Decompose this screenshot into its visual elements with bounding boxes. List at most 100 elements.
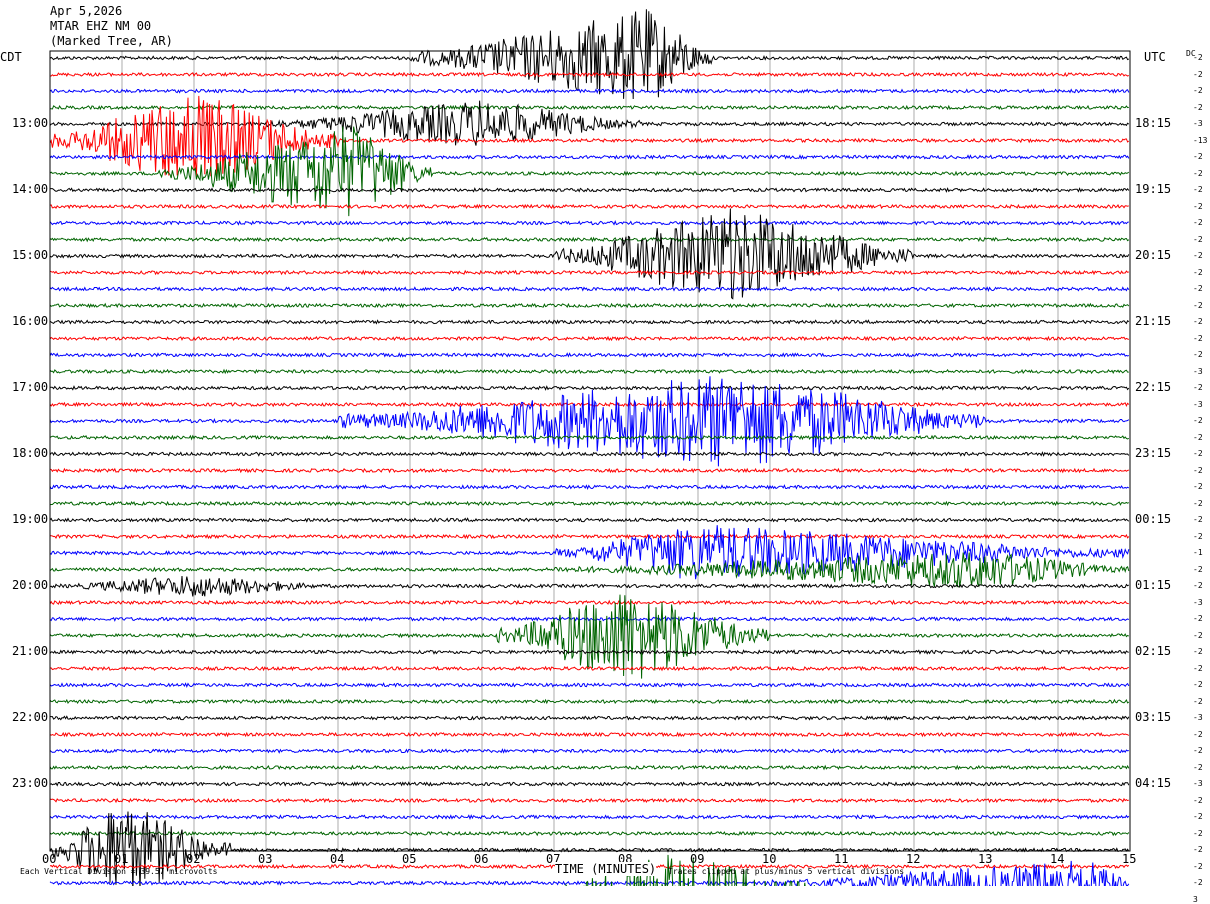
trace-6-blue (49, 154, 1130, 160)
dc-offset-label: -2 (1193, 531, 1203, 541)
dc-offset-label: -2 (1193, 350, 1203, 359)
location-label: (Marked Tree, AR) (50, 34, 173, 48)
right-time-label: 04:15 (1135, 776, 1172, 790)
right-time-label: 03:15 (1135, 710, 1172, 724)
left-time-label: 22:00 (12, 710, 49, 724)
trace-46-blue (49, 814, 1130, 821)
dc-offset-label: -2 (1193, 416, 1203, 425)
dc-offset-label: -3 (1193, 399, 1203, 409)
station-label: MTAR EHZ NM 00 (50, 19, 152, 33)
trace-23-green (49, 434, 1130, 441)
x-tick-label: 02 (186, 852, 201, 866)
right-time-label: 20:15 (1135, 248, 1172, 262)
left-timezone-label: CDT (0, 50, 22, 64)
dc-offset-label: -2 (1193, 333, 1203, 343)
dc-offset-label: -2 (1193, 251, 1203, 260)
dc-offset-label: -2 (1193, 515, 1203, 524)
trace-26-blue (49, 484, 1130, 490)
dc-offset-label: -3 (1193, 779, 1203, 788)
x-tick-label: 12 (906, 852, 921, 866)
trace-25-red (49, 467, 1129, 474)
trace-29-red (50, 533, 1130, 540)
dc-offset-label: -2 (1193, 828, 1203, 838)
right-time-label: 19:15 (1135, 182, 1172, 196)
right-time-label: 21:15 (1135, 314, 1172, 328)
trace-20-black (50, 385, 1130, 391)
dc-offset-label: -2 (1193, 762, 1203, 772)
trace-18-blue (49, 352, 1129, 358)
left-time-label: 17:00 (12, 380, 49, 394)
trace-43-green (49, 764, 1130, 771)
trace-45-red (49, 797, 1129, 804)
dc-offset-label: -3 (1193, 119, 1203, 128)
dc-offset-label: -2 (1193, 861, 1203, 871)
trace-44-black (49, 781, 1130, 787)
trace-27-green (49, 500, 1130, 507)
dc-offset-label: -2 (1193, 234, 1203, 244)
plot-border (49, 50, 1131, 852)
left-time-label: 16:00 (12, 314, 49, 328)
trace-11-green (49, 236, 1130, 243)
dc-offset-label: -3 (1193, 366, 1203, 376)
dc-offset-label: -13 (1193, 135, 1208, 145)
trace-39-green (49, 698, 1130, 705)
dc-offset-label: -2 (1193, 102, 1203, 112)
left-time-label: 20:00 (12, 578, 49, 592)
left-time-label: 18:00 (12, 446, 49, 460)
trace-47-green (49, 830, 1130, 837)
trace-32-black (49, 575, 1130, 597)
right-time-label: 23:15 (1135, 446, 1172, 460)
dc-offset-label: -2 (1193, 498, 1203, 508)
dc-offset-label: -2 (1193, 581, 1203, 590)
left-time-label: 23:00 (12, 776, 49, 790)
trace-33-red (49, 599, 1129, 606)
x-tick-label: 13 (978, 852, 993, 866)
trace-19-green (49, 368, 1129, 375)
dc-offset-label: -2 (1193, 317, 1203, 326)
x-tick-label: 09 (690, 852, 705, 866)
right-time-label: 02:15 (1135, 644, 1172, 658)
dc-offset-label: -2 (1193, 284, 1203, 293)
left-time-label: 13:00 (12, 116, 49, 130)
dc-offset-label: -2 (1193, 663, 1203, 673)
trace-10-blue (49, 220, 1129, 226)
trace-12-black (49, 208, 1130, 300)
dc-offset-label: -2 (1193, 630, 1203, 640)
right-time-label: 22:15 (1135, 380, 1172, 394)
dc-offset-label: -2 (1193, 564, 1203, 574)
left-time-label: 21:00 (12, 644, 49, 658)
dc-offset-label: -2 (1193, 201, 1203, 211)
x-tick-label: 04 (330, 852, 345, 866)
dc-offset-label: -2 (1193, 746, 1203, 755)
dc-offset-label: -2 (1193, 383, 1203, 392)
dc-offset-label: -2 (1193, 53, 1203, 62)
trace-17-red (49, 335, 1129, 342)
dc-offset-label: -2 (1193, 69, 1203, 79)
trace-13-red (49, 269, 1129, 276)
x-tick-label: 11 (834, 852, 849, 866)
trace-38-blue (49, 682, 1130, 688)
trace-2-blue (49, 88, 1130, 94)
right-time-label: 18:15 (1135, 116, 1172, 130)
dc-offset-label: 3 (1193, 894, 1198, 904)
trace-41-red (49, 731, 1130, 738)
grid (49, 51, 1131, 851)
dc-offset-label: -2 (1193, 614, 1203, 623)
trace-9-red (49, 203, 1129, 210)
dc-offset-label: -2 (1193, 432, 1203, 442)
dc-offset-label: -2 (1193, 795, 1203, 805)
left-time-label: 15:00 (12, 248, 49, 262)
x-tick-label: 10 (762, 852, 777, 866)
x-axis-label: TIME (MINUTES) (555, 862, 657, 876)
dc-offset-label: -2 (1193, 218, 1203, 227)
trace-35-green (49, 594, 1130, 679)
right-time-label: 00:15 (1135, 512, 1172, 526)
dc-offset-label: -2 (1193, 300, 1203, 310)
trace-15-green (49, 302, 1130, 309)
seismogram-chart (49, 9, 1131, 886)
dc-offset-label: -2 (1193, 168, 1203, 178)
x-tick-label: 14 (1050, 852, 1065, 866)
trace-42-blue (49, 748, 1129, 754)
dc-offset-label: -3 (1193, 713, 1203, 722)
trace-24-black (49, 451, 1130, 457)
